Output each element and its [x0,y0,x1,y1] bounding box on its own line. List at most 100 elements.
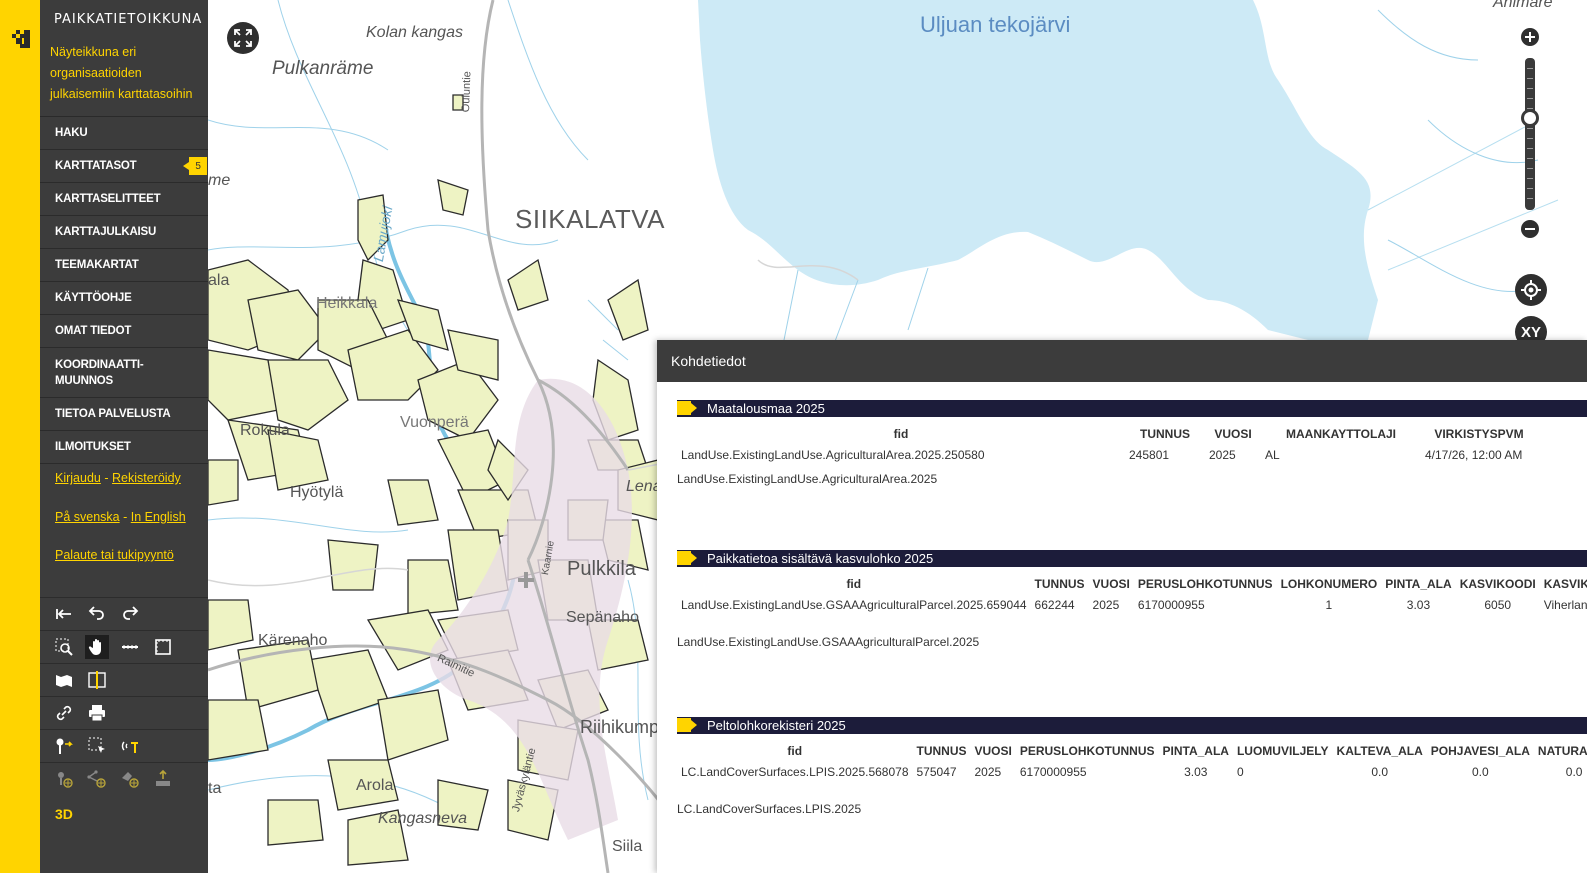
zoom-out-button[interactable] [1521,220,1539,238]
table-cell: 0.0 [1371,765,1388,779]
label-kolankangas: Kolan kangas [366,24,463,41]
popup-title: Kohdetiedot [671,353,746,369]
label-ala: ala [208,272,230,289]
feature-type: LC.LandCoverSurfaces.LPIS.2025 [677,802,862,816]
menu-item-publish[interactable]: KARTTAJULKAISU [40,216,208,249]
column-header: KASVIKOODI [1459,577,1536,591]
menu-item-coordinate-transform[interactable]: KOORDINAATTI- MUUNNOS [40,348,208,398]
feature-section-agricultural-parcel: Paikkatietoa sisältävä kasvulohko 2025 f… [677,550,1587,649]
antenna-icon[interactable] [118,734,142,758]
section-title[interactable]: Peltolohkorekisteri 2025 [677,717,1587,734]
zoom-slider[interactable] [1517,25,1543,240]
table-cell: 0 [1236,765,1244,779]
login-link[interactable]: Kirjaudu [55,471,101,485]
marker-icon[interactable] [52,734,76,758]
3d-button[interactable]: 3D [55,806,73,822]
fullscreen-icon [234,29,252,47]
label-pulkanrame: Pulkanräme [272,58,374,79]
measure-line-icon[interactable] [118,635,142,659]
table-cell: 6170000955 [1019,765,1087,779]
column-header: PERUSLOHKOTUNNUS [1137,577,1273,591]
zoom-in-button[interactable] [1521,28,1539,46]
menu-item-thematic-maps[interactable]: TEEMAKARTAT [40,249,208,282]
my-location-button[interactable] [1515,274,1547,306]
share-toolbar [40,696,208,729]
pan-hand-icon[interactable] [85,635,109,659]
split-view-icon[interactable] [85,668,109,692]
label-kangasneva: Kangasneva [378,810,467,827]
table-row: LandUse.ExistingLandUse.GSAAAgricultural… [677,592,1587,618]
column-header: PINTA_ALA [1385,577,1452,591]
feature-info-popup: Kohdetiedot Maatalousmaa 2025 fid TUNNUS… [657,340,1587,873]
menu-item-label: HAKU [55,127,88,139]
undo-icon[interactable] [85,602,109,626]
add-point-icon[interactable] [52,767,76,791]
table-cell: 575047 [916,765,957,779]
feedback-link[interactable]: Palaute tai tukipyyntö [55,548,174,562]
section-title[interactable]: Maatalousmaa 2025 [677,400,1587,417]
zoom-box-icon[interactable] [52,635,76,659]
table-cell: 3.03 [1184,765,1208,779]
map-layers-icon[interactable] [52,668,76,692]
table-cell: 662244 [1034,598,1075,612]
menu-item-user-guide[interactable]: KÄYTTÖOHJE [40,282,208,315]
table-cell: 0.0 [1565,765,1583,779]
app: PAIKKATIETOIKKUNA Näyteikkuna eri organi… [0,0,1587,873]
link-icon[interactable] [52,701,76,725]
menu-item-label: KARTTATASOT [55,160,137,172]
menu-item-notifications[interactable]: ILMOITUKSET [40,431,208,464]
my-location-icon [1521,280,1541,300]
label-karenaho: Kärenaho [258,632,328,649]
zoom-track[interactable] [1525,58,1535,210]
feature-type: LandUse.ExistingLandUse.GSAAAgricultural… [677,635,980,649]
menu-item-label: KARTTASELITTEET [55,193,161,205]
add-area-icon[interactable] [118,767,142,791]
add-line-icon[interactable] [85,767,109,791]
table-cell: LandUse.ExistingLandUse.AgriculturalArea… [681,448,985,462]
attribute-table: fid TUNNUS VUOSI PERUSLOHKOTUNNUS PINTA_… [677,743,1587,785]
link-separator: - [104,471,109,485]
column-header: TUNNUS [1140,427,1190,441]
attribute-table: fid TUNNUS VUOSI PERUSLOHKOTUNNUS LOHKON… [677,576,1587,618]
menu-item-map-layers[interactable]: KARTTATASOT 5 [40,150,208,183]
table-header-row: fid TUNNUS VUOSI PERUSLOHKOTUNNUS LOHKON… [677,576,1587,592]
select-features-icon[interactable] [85,734,109,758]
column-header: PERUSLOHKOTUNNUS [1019,744,1155,758]
fullscreen-button[interactable] [227,22,259,54]
undo-all-icon[interactable] [52,602,76,626]
label-hyotyla: Hyötylä [290,484,344,501]
menu-item-label: KOORDINAATTI- MUUNNOS [55,358,144,387]
table-cell: 6050 [1484,598,1512,612]
menu-item-my-data[interactable]: OMAT TIEDOT [40,315,208,348]
register-link[interactable]: Rekisteröidy [112,471,181,485]
table-cell: 3.03 [1406,598,1431,612]
label-siila: Siila [612,838,643,855]
menu-item-legends[interactable]: KARTTASELITTEET [40,183,208,216]
print-icon[interactable] [85,701,109,725]
label-ta: ta [208,780,222,797]
column-header: TUNNUS [1034,577,1085,591]
column-header: PINTA_ALA [1162,744,1229,758]
drawing-toolbar [40,762,208,795]
table-cell: 0.0 [1472,765,1489,779]
menu-item-label: ILMOITUKSET [55,441,131,453]
column-header: fid [846,577,862,591]
navigation-toolbar [40,630,208,663]
column-header: VUOSI [1214,427,1252,441]
logo-icon[interactable] [10,28,32,50]
app-title[interactable]: PAIKKATIETOIKKUNA [40,0,208,42]
section-title[interactable]: Paikkatietoa sisältävä kasvulohko 2025 [677,550,1587,567]
menu-item-search[interactable]: HAKU [40,117,208,150]
table-header-row: fid TUNNUS VUOSI PERUSLOHKOTUNNUS PINTA_… [677,743,1587,759]
column-header: LOHKONUMERO [1280,577,1378,591]
table-cell: Viherlannoi [1543,598,1587,612]
redo-icon[interactable] [118,602,142,626]
measure-area-icon[interactable] [151,635,175,659]
swedish-link[interactable]: På svenska [55,510,120,524]
feature-type: LandUse.ExistingLandUse.AgriculturalArea… [677,472,938,486]
menu-item-about[interactable]: TIETOA PALVELUSTA [40,398,208,431]
popup-header[interactable]: Kohdetiedot [657,340,1587,382]
import-icon[interactable] [151,767,175,791]
zoom-knob[interactable] [1521,109,1539,127]
english-link[interactable]: In English [131,510,186,524]
